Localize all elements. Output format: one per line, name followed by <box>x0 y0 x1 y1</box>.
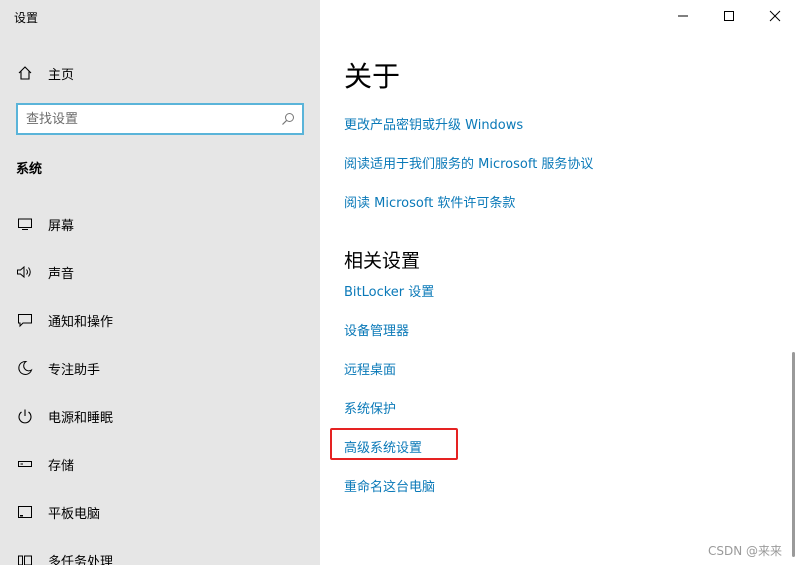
scrollbar[interactable] <box>792 352 795 557</box>
sidebar-item-label: 平板电脑 <box>48 506 101 522</box>
related-settings-title: 相关设置 <box>344 250 421 272</box>
app-title: 设置 <box>14 11 39 25</box>
sidebar-item-label: 电源和睡眠 <box>48 410 114 426</box>
link-device-manager[interactable]: 设备管理器 <box>344 320 409 339</box>
main-content: 关于 更改产品密钥或升级 Windows 阅读适用于我们服务的 Microsof… <box>320 0 798 565</box>
sidebar-item-tablet[interactable]: 平板电脑 <box>16 500 306 524</box>
maximize-icon <box>724 11 734 21</box>
link-advanced-system-settings[interactable]: 高级系统设置 <box>344 437 422 456</box>
page-title: 关于 <box>344 60 401 93</box>
sidebar-item-focus-assist[interactable]: 专注助手 <box>16 356 306 380</box>
sidebar-item-notifications[interactable]: 通知和操作 <box>16 308 306 332</box>
link-remote-desktop[interactable]: 远程桌面 <box>344 359 396 378</box>
minimize-button[interactable] <box>660 0 706 32</box>
monitor-icon <box>16 215 34 233</box>
link-rename-pc[interactable]: 重命名这台电脑 <box>344 476 435 495</box>
sidebar-item-label: 专注助手 <box>48 362 101 378</box>
sidebar-item-multitasking[interactable]: 多任务处理 <box>16 548 306 565</box>
sidebar-item-storage[interactable]: 存储 <box>16 452 306 476</box>
maximize-button[interactable] <box>706 0 752 32</box>
power-icon <box>16 407 34 425</box>
home-icon <box>16 64 34 82</box>
home-label: 主页 <box>48 67 75 83</box>
search-input[interactable] <box>18 105 274 133</box>
section-title: 系统 <box>16 162 43 177</box>
home-nav-item[interactable]: 主页 <box>16 62 74 84</box>
link-system-protection[interactable]: 系统保护 <box>344 398 396 417</box>
link-change-product-key[interactable]: 更改产品密钥或升级 Windows <box>344 114 523 133</box>
sidebar-item-label: 多任务处理 <box>48 554 114 565</box>
search-icon[interactable] <box>274 112 302 126</box>
close-icon <box>769 10 781 22</box>
sidebar-item-label: 屏幕 <box>48 218 75 234</box>
watermark: CSDN @来来 <box>708 544 783 558</box>
link-license-terms[interactable]: 阅读 Microsoft 软件许可条款 <box>344 192 515 211</box>
sidebar-item-display[interactable]: 屏幕 <box>16 212 306 236</box>
sidebar-item-label: 存储 <box>48 458 75 474</box>
notification-icon <box>16 311 34 329</box>
storage-icon <box>16 455 34 473</box>
search-box[interactable] <box>16 103 304 135</box>
minimize-icon <box>678 15 688 17</box>
link-bitlocker[interactable]: BitLocker 设置 <box>344 281 434 300</box>
multitask-icon <box>16 551 34 565</box>
tablet-icon <box>16 503 34 521</box>
sidebar-item-power-sleep[interactable]: 电源和睡眠 <box>16 404 306 428</box>
link-service-agreement[interactable]: 阅读适用于我们服务的 Microsoft 服务协议 <box>344 153 593 172</box>
sidebar: 设置 主页 系统 屏幕 声音 通知和操作 专注助手 <box>0 0 320 565</box>
sidebar-item-label: 声音 <box>48 266 75 282</box>
sidebar-item-sound[interactable]: 声音 <box>16 260 306 284</box>
close-button[interactable] <box>752 0 798 32</box>
sidebar-item-label: 通知和操作 <box>48 314 114 330</box>
moon-icon <box>16 359 34 377</box>
speaker-icon <box>16 263 34 281</box>
